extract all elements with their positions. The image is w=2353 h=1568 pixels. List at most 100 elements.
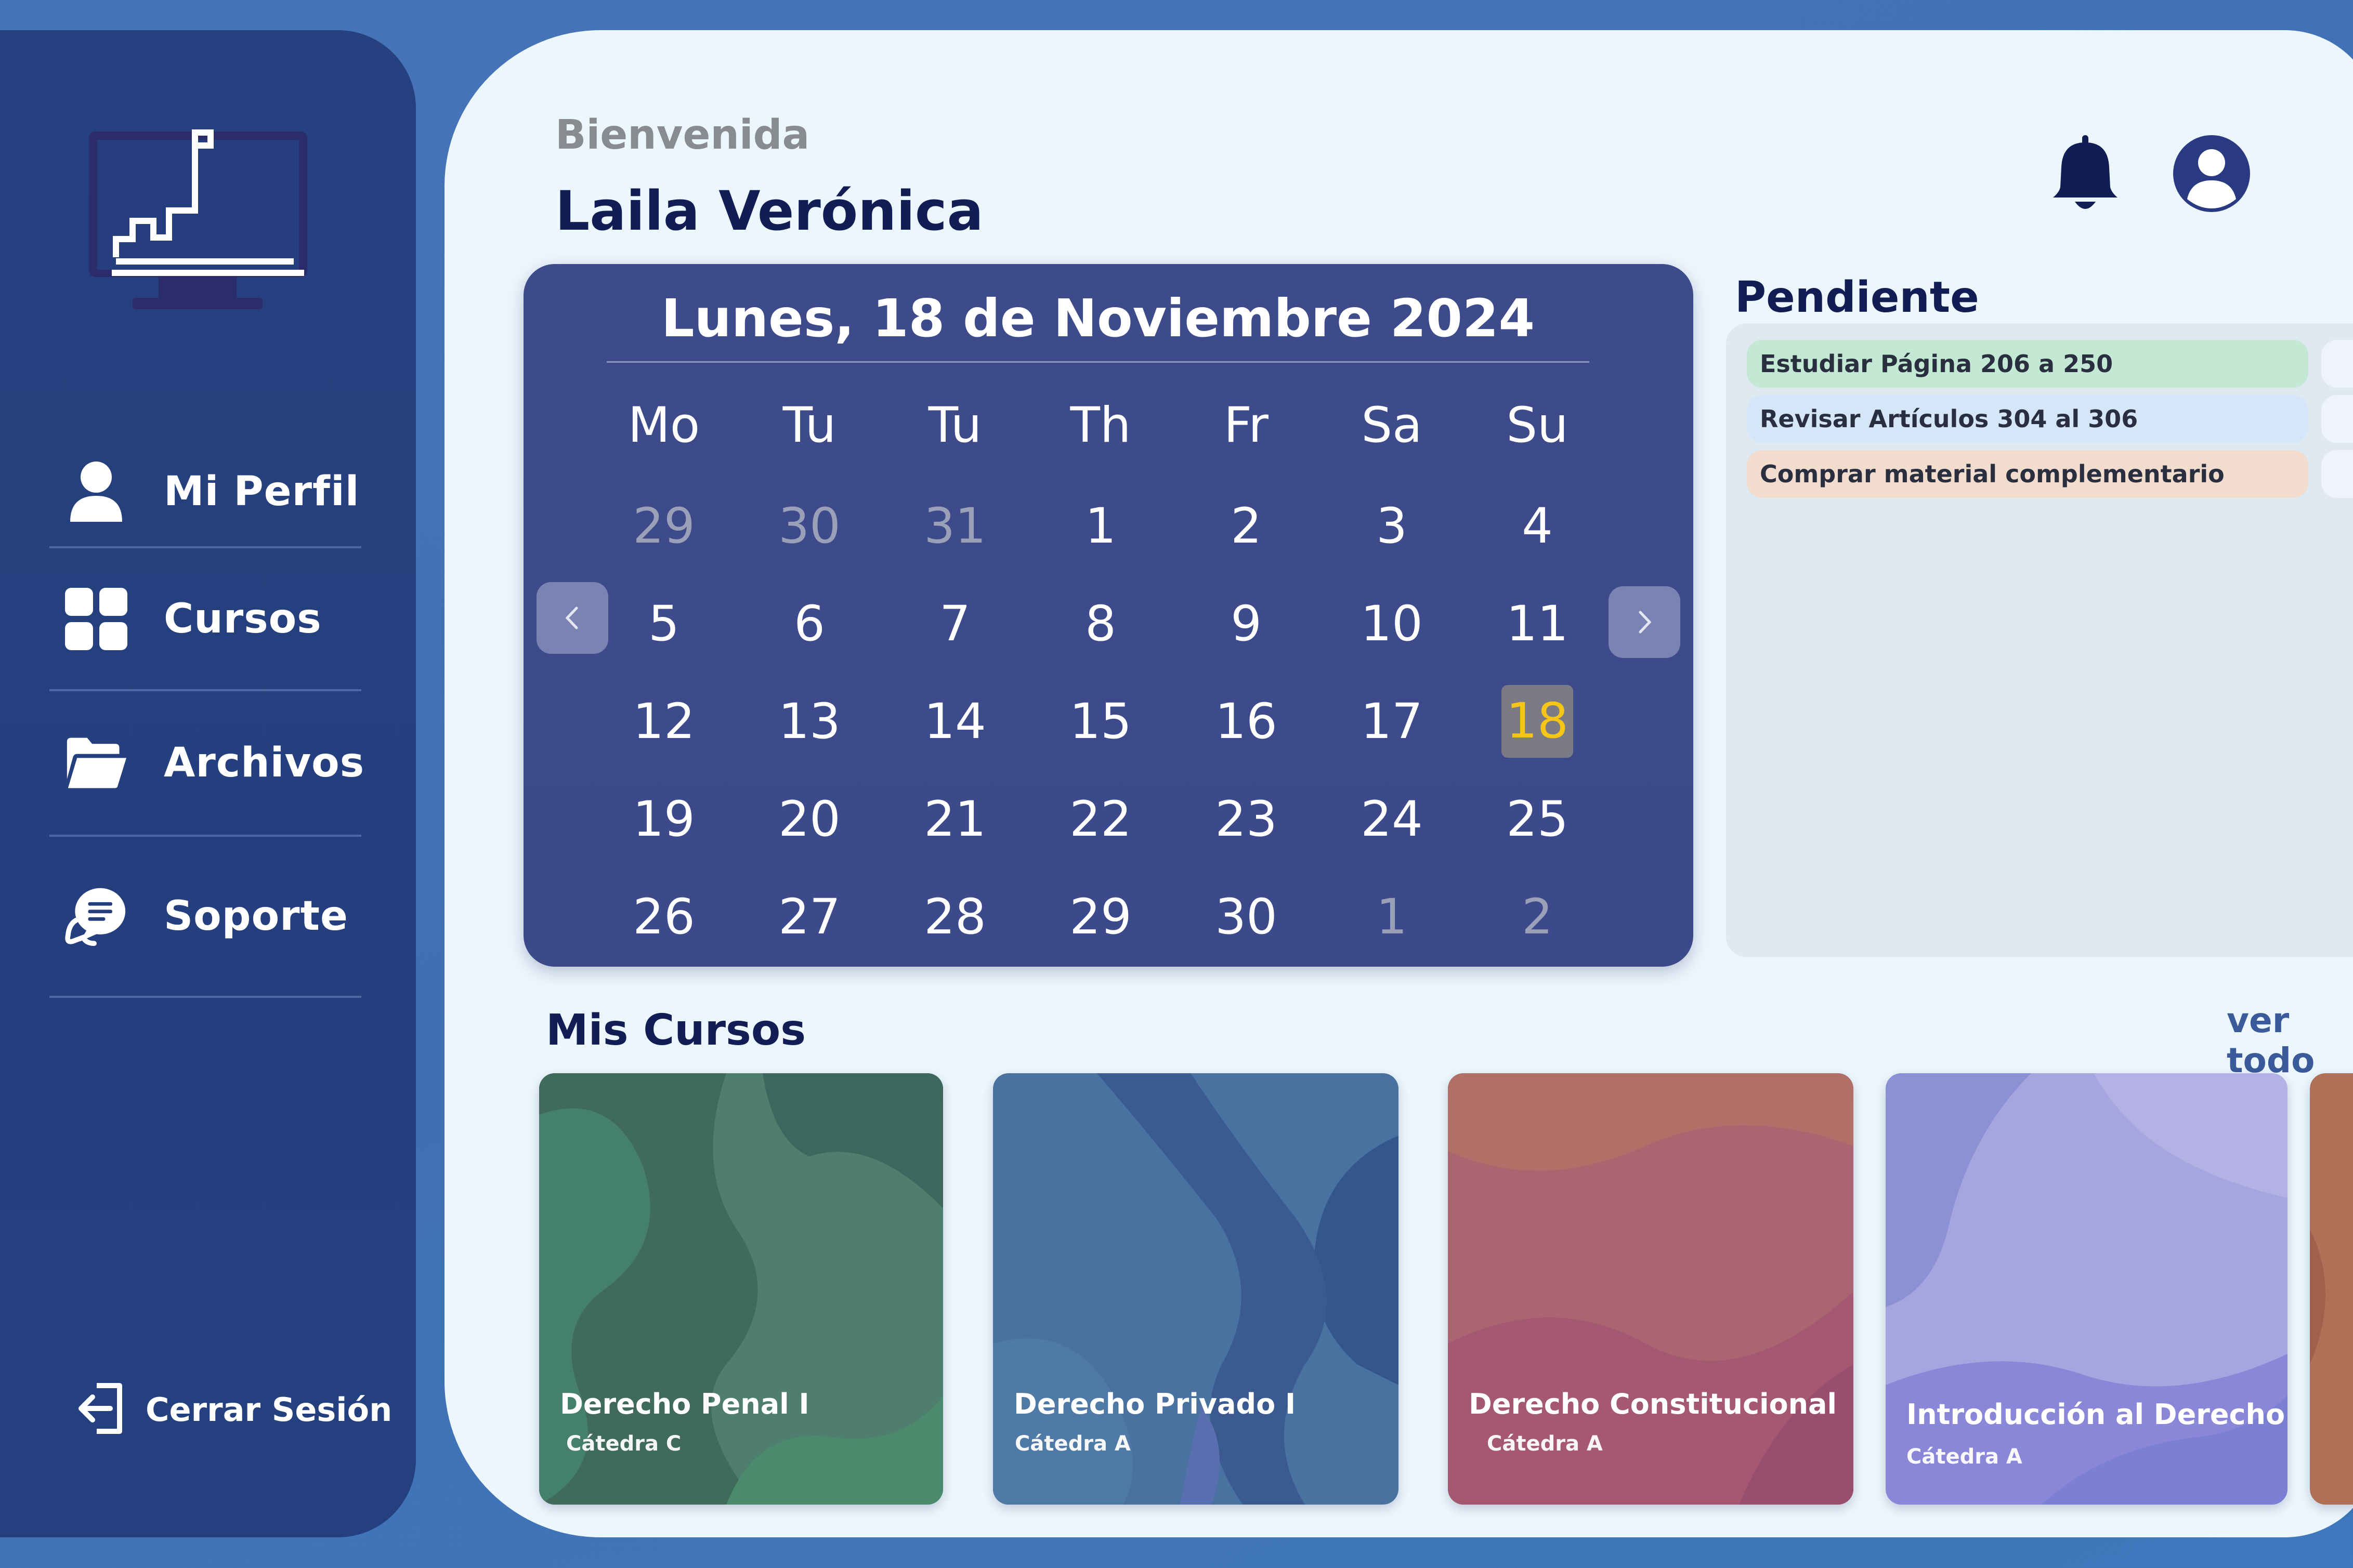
calendar-day[interactable]: 10 <box>1319 596 1465 652</box>
calendar-day[interactable]: 5 <box>591 596 737 652</box>
view-all-link[interactable]: ver todo <box>2227 1000 2353 1081</box>
calendar-day[interactable]: 6 <box>737 596 882 652</box>
grid-icon <box>65 587 127 650</box>
course-card[interactable]: Derecho Constitucional Cátedra A <box>1448 1073 1853 1505</box>
chevron-right-icon <box>1639 611 1652 634</box>
calendar-day[interactable]: 23 <box>1173 791 1319 848</box>
today-label: 18 <box>1501 685 1573 758</box>
course-card-partial[interactable] <box>2310 1073 2353 1505</box>
calendar-day[interactable]: 11 <box>1465 596 1610 652</box>
course-name: Introducción al Derecho <box>1906 1398 2285 1431</box>
weekday-label: Fr <box>1224 397 1269 454</box>
logout-button[interactable]: Cerrar Sesión <box>78 1382 392 1437</box>
courses-title: Mis Cursos <box>546 1006 806 1055</box>
calendar-day[interactable]: 30 <box>737 498 882 555</box>
sidebar-item-label: Archivos <box>164 740 365 786</box>
calendar-day[interactable]: 28 <box>882 889 1028 945</box>
course-card[interactable]: Derecho Penal I Cátedra C <box>539 1073 943 1505</box>
calendar-grid: Mo Tu Tu Th Fr Sa Su 29 30 31 1 2 3 4 5 … <box>591 373 1610 966</box>
course-card[interactable]: Derecho Privado I Cátedra A <box>993 1073 1398 1505</box>
sidebar-item-label: Soporte <box>164 893 348 940</box>
course-background <box>2310 1073 2353 1505</box>
task-checkbox[interactable] <box>2321 450 2353 498</box>
task-checkbox[interactable] <box>2321 340 2353 388</box>
calendar-day[interactable]: 2 <box>1465 889 1610 945</box>
calendar-day[interactable]: 12 <box>591 693 737 750</box>
sidebar-item-label: Mi Perfil <box>164 468 360 515</box>
sidebar-item-soporte[interactable]: Soporte <box>49 837 361 998</box>
calendar-day[interactable]: 1 <box>1319 889 1465 945</box>
app-logo <box>89 129 307 309</box>
calendar-day[interactable]: 27 <box>737 889 882 945</box>
calendar: Lunes, 18 de Noviembre 2024 Mo Tu Tu Th … <box>524 264 1693 967</box>
calendar-day[interactable]: 16 <box>1173 693 1319 750</box>
calendar-day[interactable]: 19 <box>591 791 737 848</box>
calendar-day[interactable]: 17 <box>1319 693 1465 750</box>
course-name: Derecho Constitucional <box>1469 1388 1837 1420</box>
account-icon[interactable] <box>2171 133 2253 215</box>
calendar-day[interactable]: 26 <box>591 889 737 945</box>
weekday-label: Su <box>1506 397 1568 454</box>
task-checkbox[interactable] <box>2321 395 2353 443</box>
week-row: 12 13 14 15 16 17 18 <box>591 673 1610 770</box>
calendar-day[interactable]: 7 <box>882 596 1028 652</box>
weekday-label: Tu <box>928 397 982 454</box>
calendar-day[interactable]: 9 <box>1173 596 1319 652</box>
user-name: Laila Verónica <box>555 179 984 243</box>
calendar-day-today[interactable]: 18 <box>1465 685 1610 758</box>
week-row: 5 6 7 8 9 10 11 <box>591 575 1610 673</box>
course-name: Derecho Privado I <box>1014 1388 1296 1420</box>
calendar-day[interactable]: 21 <box>882 791 1028 848</box>
pending-title: Pendiente <box>1735 273 1979 322</box>
chevron-left-icon <box>565 607 578 629</box>
weekday-label: Mo <box>628 397 700 454</box>
weekday-label: Sa <box>1361 397 1422 454</box>
course-background <box>1886 1073 2287 1505</box>
calendar-day[interactable]: 1 <box>1028 498 1173 555</box>
calendar-day[interactable]: 3 <box>1319 498 1465 555</box>
course-card[interactable]: Introducción al Derecho Cátedra A <box>1886 1073 2287 1505</box>
week-row: 29 30 31 1 2 3 4 <box>591 477 1610 575</box>
logout-label: Cerrar Sesión <box>146 1390 393 1429</box>
sidebar-nav: Mi Perfil Cursos Archivos Soporte <box>49 437 365 998</box>
logout-icon <box>78 1382 125 1437</box>
calendar-day[interactable]: 13 <box>737 693 882 750</box>
course-name: Derecho Penal I <box>560 1388 809 1420</box>
task-item[interactable]: Comprar material complementario <box>1747 450 2308 498</box>
task-item[interactable]: Estudiar Página 206 a 250 <box>1747 340 2308 388</box>
user-icon <box>65 460 127 523</box>
calendar-day[interactable]: 14 <box>882 693 1028 750</box>
calendar-day[interactable]: 20 <box>737 791 882 848</box>
calendar-day[interactable]: 4 <box>1465 498 1610 555</box>
sidebar-item-mi-perfil[interactable]: Mi Perfil <box>49 437 361 548</box>
week-row: 26 27 28 29 30 1 2 <box>591 868 1610 966</box>
course-chair: Cátedra A <box>1487 1432 1603 1456</box>
weekday-row: Mo Tu Tu Th Fr Sa Su <box>591 373 1610 477</box>
folder-icon <box>65 732 127 794</box>
greeting: Bienvenida <box>555 112 810 159</box>
sidebar-item-label: Cursos <box>164 595 322 642</box>
course-chair: Cátedra A <box>1906 1445 2022 1469</box>
calendar-day[interactable]: 24 <box>1319 791 1465 848</box>
calendar-day[interactable]: 22 <box>1028 791 1173 848</box>
calendar-day[interactable]: 15 <box>1028 693 1173 750</box>
calendar-day[interactable]: 2 <box>1173 498 1319 555</box>
calendar-title: Lunes, 18 de Noviembre 2024 <box>607 280 1589 363</box>
calendar-day[interactable]: 29 <box>1028 889 1173 945</box>
course-chair: Cátedra A <box>1015 1432 1131 1456</box>
weekday-label: Tu <box>782 397 836 454</box>
sidebar-item-cursos[interactable]: Cursos <box>49 548 361 691</box>
course-chair: Cátedra C <box>566 1432 682 1456</box>
calendar-day[interactable]: 29 <box>591 498 737 555</box>
chat-support-icon <box>65 885 127 947</box>
calendar-day[interactable]: 8 <box>1028 596 1173 652</box>
calendar-day[interactable]: 30 <box>1173 889 1319 945</box>
weekday-label: Th <box>1070 397 1131 454</box>
bell-icon[interactable] <box>2051 135 2119 213</box>
week-row: 19 20 21 22 23 24 25 <box>591 770 1610 868</box>
calendar-next-button[interactable] <box>1609 586 1680 658</box>
calendar-day[interactable]: 25 <box>1465 791 1610 848</box>
calendar-day[interactable]: 31 <box>882 498 1028 555</box>
task-item[interactable]: Revisar Artículos 304 al 306 <box>1747 395 2308 443</box>
sidebar-item-archivos[interactable]: Archivos <box>49 691 365 837</box>
